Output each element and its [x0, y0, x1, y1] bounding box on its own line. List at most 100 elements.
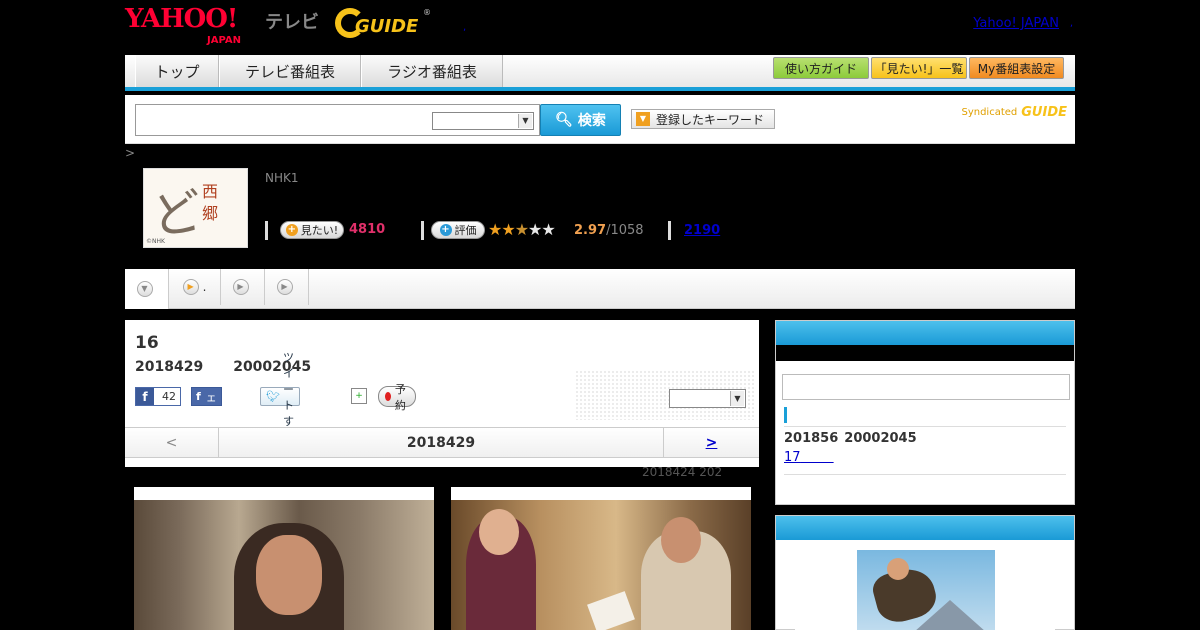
facebook-share-button[interactable]: f シェア	[191, 375, 222, 420]
registered-mark: ®	[423, 8, 431, 17]
subtab-1[interactable]: ▶ .	[169, 269, 221, 305]
syndicated-gguide-logo: Syndicated GUIDE	[961, 105, 1067, 120]
twitter-bird-icon: 🐦︎	[266, 390, 280, 403]
want-list-button[interactable]: 「見たい!」一覧	[871, 57, 967, 79]
tv-label: テレビ	[265, 12, 319, 33]
sidebar-header	[776, 321, 1074, 345]
play-circle-icon: ▶	[276, 279, 293, 295]
photo-face	[661, 517, 701, 563]
sidebar-input[interactable]	[782, 374, 1070, 400]
episode-photo-1[interactable]	[134, 487, 434, 630]
episode-pager: < 2018429 >	[125, 427, 759, 458]
episode-panel: 16 201842920002045 f 42 f シェア 🐦︎ ツイートする …	[125, 320, 759, 467]
star-rating: ★★★★★	[488, 220, 556, 239]
record-dot-icon	[385, 392, 391, 401]
subtab-0[interactable]: ▼	[125, 269, 169, 309]
rating-count: /1058	[606, 223, 644, 238]
facebook-like-count: 42	[162, 390, 176, 403]
thumbnail-title-text: 西郷	[202, 182, 219, 223]
reserve-label: 予約	[394, 382, 406, 412]
program-subtabs: ▼ ▶ . ▶ ▶	[125, 269, 1075, 309]
rating-score: 2.97	[574, 223, 607, 238]
tab-radio-schedule[interactable]: ラジオ番組表	[361, 55, 503, 87]
sidebar-next-episode-link[interactable]: 17	[784, 450, 834, 465]
subtab-2[interactable]: ▶	[221, 269, 265, 305]
facebook-like-button[interactable]: f 42	[135, 387, 181, 406]
divider	[784, 474, 1066, 475]
sidebar-next-episode-label: 17	[784, 450, 801, 465]
want-to-watch-button[interactable]: + 見たい!	[280, 221, 344, 239]
want-to-watch-label: 見たい!	[300, 224, 339, 237]
thumbnail-credit: ©NHK	[146, 238, 165, 245]
tab-tv-schedule[interactable]: テレビ番組表	[219, 55, 361, 87]
photo-face	[256, 535, 322, 615]
stat-divider	[668, 221, 671, 240]
registered-keywords-label: 登録したキーワード	[656, 112, 765, 127]
play-circle-icon: ▶	[232, 279, 249, 295]
program-thumbnail[interactable]: どん 西郷 ©NHK	[143, 168, 248, 248]
promo-figure-head	[887, 558, 909, 580]
sidebar-next-airdate: 201856 20002045	[784, 431, 917, 446]
chevron-down-icon: ▼	[730, 391, 744, 406]
tab-top[interactable]: トップ	[135, 55, 219, 87]
star-full-icon: ★	[501, 220, 515, 239]
main-nav: トップ テレビ番組表 ラジオ番組表 使い方ガイド 「見たい!」一覧 My番組表設…	[125, 55, 1075, 91]
search-button-label: 検索	[577, 113, 606, 129]
calendar-add-icon[interactable]: +	[351, 388, 367, 404]
search-icon: 🔍︎	[555, 112, 573, 128]
episode-title: 16	[135, 333, 159, 353]
subtab-3[interactable]: ▶	[265, 269, 309, 305]
star-empty-icon: ★	[528, 220, 542, 239]
search-bar: ▼ 🔍︎ 検索 ▼ 登録したキーワード Syndicated GUIDE	[125, 95, 1075, 144]
breadcrumb-separator: >	[125, 146, 136, 160]
chevron-down-icon: ▼	[518, 114, 532, 128]
channel-name: NHK1	[265, 171, 299, 185]
stat-divider	[265, 221, 268, 240]
thumbnail-brush-text: どん	[147, 181, 206, 247]
reserve-recording-button[interactable]: 予約	[378, 383, 416, 412]
play-circle-icon: ▶	[182, 279, 199, 295]
facebook-icon: f	[136, 388, 154, 405]
sidebar-promo-image[interactable]	[795, 550, 1055, 630]
syndicated-label: Syndicated	[961, 107, 1018, 118]
subtab-label: .	[202, 280, 207, 294]
sidebar-next-date: 201856	[784, 431, 839, 446]
episode-date: 2018429	[135, 359, 204, 375]
pager-current-date: 2018429	[406, 434, 476, 451]
sidebar-subheader	[776, 345, 1074, 361]
gguide-logo[interactable]: GUIDE ®	[335, 8, 431, 40]
search-button[interactable]: 🔍︎ 検索	[540, 104, 621, 136]
usage-guide-button[interactable]: 使い方ガイド	[773, 57, 869, 79]
header-dot-right: ,	[1069, 18, 1073, 29]
plus-icon: +	[439, 224, 452, 236]
yahoo-japan-subtext: JAPAN	[207, 35, 241, 46]
header-dot: ,	[463, 22, 467, 33]
chevron-down-circle-icon: ▼	[136, 281, 153, 297]
episode-select[interactable]: ▼	[669, 389, 746, 408]
syndicated-logo-text: GUIDE	[1021, 105, 1067, 120]
episode-time: 20002045	[233, 359, 312, 375]
tweet-button[interactable]: 🐦︎ ツイートする	[260, 351, 300, 444]
rate-button-label: 評価	[454, 224, 477, 237]
review-count-link[interactable]: 2190	[684, 223, 720, 238]
pager-next-button[interactable]: >	[663, 428, 759, 457]
my-schedule-settings-button[interactable]: My番組表設定	[969, 57, 1064, 79]
registered-keywords-button[interactable]: ▼ 登録したキーワード	[631, 109, 775, 129]
search-category-select[interactable]: ▼	[432, 112, 534, 130]
yahoo-japan-link[interactable]: Yahoo! JAPAN	[973, 16, 1059, 31]
rate-button[interactable]: + 評価	[431, 221, 485, 239]
rating-value: 2.97/1058	[574, 223, 644, 238]
update-timestamp: 2018424 202	[642, 465, 723, 479]
share-label: シェア	[205, 374, 217, 420]
episode-photo-2[interactable]	[451, 487, 751, 630]
sidebar-promo	[775, 515, 1075, 630]
yahoo-logo[interactable]: YAHOO! JAPAN	[125, 6, 241, 46]
star-empty-icon: ★	[541, 220, 555, 239]
pager-prev-button[interactable]: <	[125, 428, 219, 457]
plus-icon: +	[285, 224, 298, 236]
site-header: YAHOO! JAPAN テレビ GUIDE ® , Yahoo! JAPAN …	[125, 0, 1075, 50]
sidebar-header	[776, 516, 1074, 540]
divider	[784, 426, 1066, 427]
facebook-icon: f	[196, 390, 201, 403]
breadcrumb: >	[125, 146, 135, 160]
